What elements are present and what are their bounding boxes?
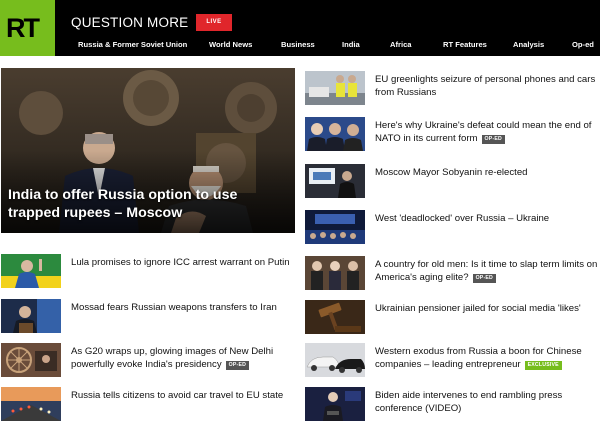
story-item[interactable]: Biden aide intervenes to end rambling pr… — [305, 387, 599, 421]
story-title[interactable]: Here's why Ukraine's defeat could mean t… — [375, 120, 600, 145]
story-item[interactable]: Moscow Mayor Sobyanin re-elected — [305, 164, 599, 198]
story-title[interactable]: Lula promises to ignore ICC arrest warra… — [71, 257, 301, 270]
story-title[interactable]: Ukrainian pensioner jailed for social me… — [375, 303, 600, 316]
nav-world-news[interactable]: World News — [209, 40, 252, 49]
main-nav: Russia & Former Soviet Union World News … — [0, 40, 600, 54]
story-item[interactable]: Here's why Ukraine's defeat could mean t… — [305, 117, 599, 151]
story-thumbnail[interactable] — [1, 299, 61, 333]
story-thumbnail[interactable] — [305, 387, 365, 421]
story-title[interactable]: West 'deadlocked' over Russia – Ukraine — [375, 213, 600, 226]
story-item[interactable]: As G20 wraps up, glowing images of New D… — [1, 343, 295, 377]
nav-analysis[interactable]: Analysis — [513, 40, 544, 49]
story-thumbnail[interactable] — [305, 210, 365, 244]
story-item[interactable]: Lula promises to ignore ICC arrest warra… — [1, 254, 295, 288]
nav-russia-former-soviet-union[interactable]: Russia & Former Soviet Union — [78, 40, 187, 49]
story-title[interactable]: Russia tells citizens to avoid car trave… — [71, 390, 301, 403]
nav-op-ed[interactable]: Op-ed — [572, 40, 594, 49]
story-title[interactable]: Moscow Mayor Sobyanin re-elected — [375, 167, 600, 180]
nav-africa[interactable]: Africa — [390, 40, 412, 49]
nav-rt-features[interactable]: RT Features — [443, 40, 487, 49]
hero-title[interactable]: India to offer Russia option to use trap… — [8, 186, 278, 222]
exclusive-badge: EXCLUSIVE — [524, 360, 562, 370]
story-item[interactable]: West 'deadlocked' over Russia – Ukraine — [305, 210, 599, 244]
op-ed-badge: OP-ED — [481, 134, 505, 144]
story-thumbnail[interactable] — [1, 343, 61, 377]
story-thumbnail[interactable] — [305, 164, 365, 198]
story-title[interactable]: A country for old men: Is it time to sla… — [375, 259, 600, 284]
story-thumbnail[interactable] — [305, 256, 365, 290]
story-thumbnail[interactable] — [1, 254, 61, 288]
story-thumbnail[interactable] — [305, 117, 365, 151]
nav-india[interactable]: India — [342, 40, 360, 49]
story-title[interactable]: Biden aide intervenes to end rambling pr… — [375, 390, 600, 415]
story-item[interactable]: A country for old men: Is it time to sla… — [305, 256, 599, 290]
story-item[interactable]: Western exodus from Russia a boon for Ch… — [305, 343, 599, 377]
nav-business[interactable]: Business — [281, 40, 315, 49]
story-title[interactable]: Mossad fears Russian weapons transfers t… — [71, 302, 301, 315]
live-button[interactable]: LIVE — [196, 14, 232, 31]
tagline: QUESTION MORE — [71, 15, 189, 30]
story-title[interactable]: As G20 wraps up, glowing images of New D… — [71, 346, 301, 371]
story-title[interactable]: EU greenlights seizure of personal phone… — [375, 74, 600, 99]
story-item[interactable]: EU greenlights seizure of personal phone… — [305, 71, 599, 105]
op-ed-badge: OP-ED — [225, 360, 250, 370]
site-header: RT QUESTION MORE LIVE Russia & Former So… — [0, 0, 600, 56]
story-thumbnail[interactable] — [305, 71, 365, 105]
op-ed-badge: OP-ED — [472, 273, 496, 283]
story-thumbnail[interactable] — [305, 343, 365, 377]
story-item[interactable]: Ukrainian pensioner jailed for social me… — [305, 300, 599, 334]
story-thumbnail[interactable] — [305, 300, 365, 334]
story-item[interactable]: Russia tells citizens to avoid car trave… — [1, 387, 295, 421]
story-thumbnail[interactable] — [1, 387, 61, 421]
story-title[interactable]: Western exodus from Russia a boon for Ch… — [375, 346, 600, 371]
story-item[interactable]: Mossad fears Russian weapons transfers t… — [1, 299, 295, 333]
